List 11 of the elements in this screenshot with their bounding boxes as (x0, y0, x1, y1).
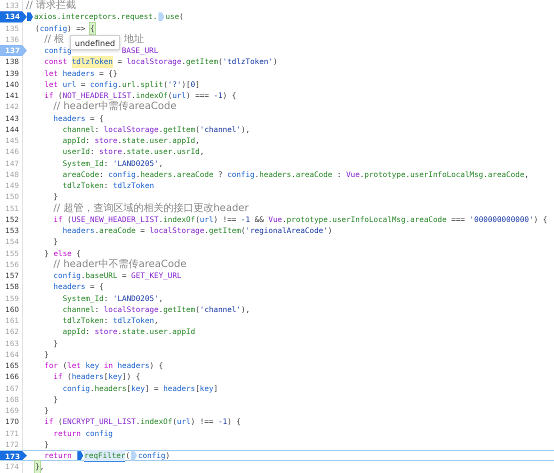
code-line: // header中需传areaCode (53, 101, 176, 112)
breakpoint-marker[interactable] (77, 451, 84, 460)
code-line: 地址 (124, 34, 144, 45)
breakpoint-marker[interactable] (158, 12, 164, 22)
breakpoint-marker[interactable] (131, 451, 138, 460)
code-line: // 请求拦截 (26, 0, 76, 12)
code-line: // 根 (44, 34, 64, 45)
code-line: // 超管，查询区域的相关的接口更改header (53, 202, 249, 214)
tooltip: undefined (70, 35, 120, 50)
code-line: // header中不需传areaCode (53, 258, 186, 270)
breakpoint-marker[interactable] (27, 12, 33, 22)
